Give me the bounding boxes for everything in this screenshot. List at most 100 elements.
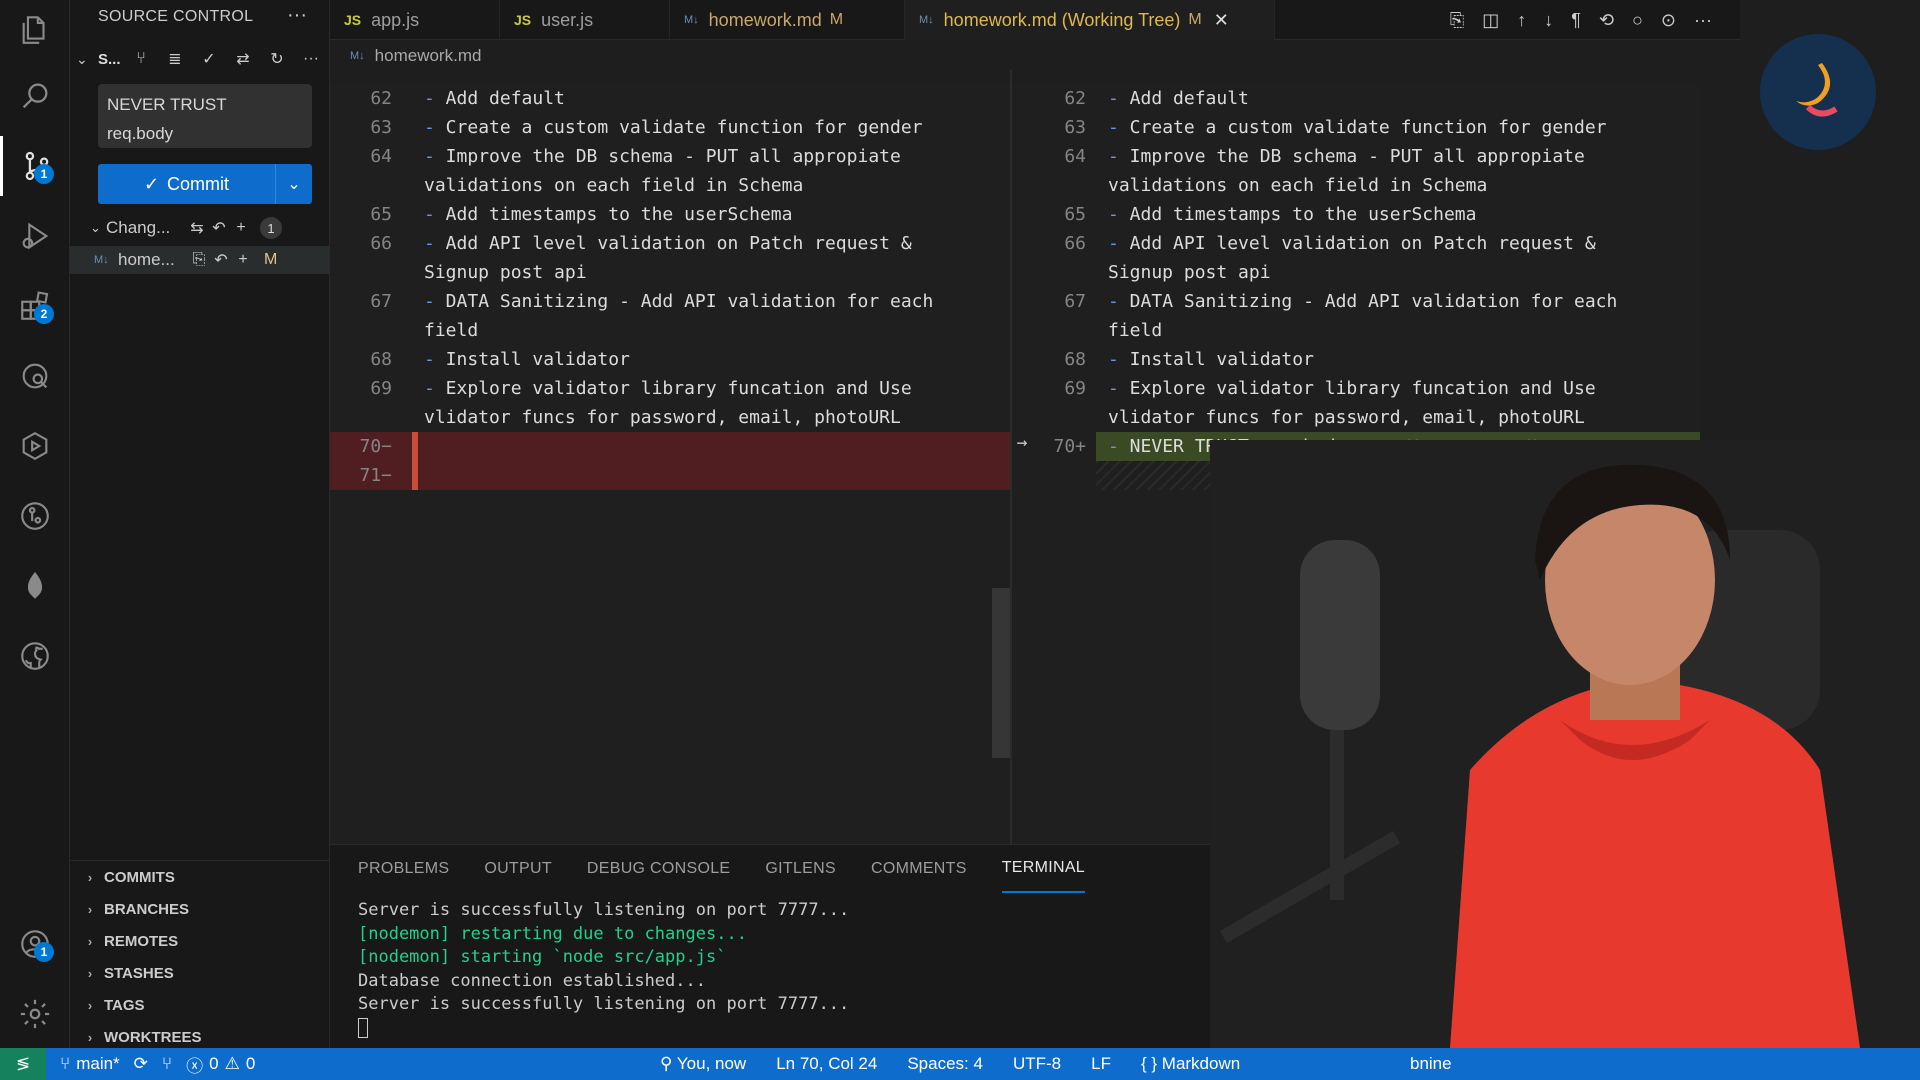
panel-tab-debug-console[interactable]: DEBUG CONSOLE — [587, 845, 731, 893]
code-line[interactable]: 62 - Add default — [1012, 84, 1700, 113]
refresh-icon[interactable]: ↻ — [266, 48, 288, 70]
code-line[interactable]: 64 - Improve the DB schema - PUT all appr… — [1012, 142, 1700, 171]
commit-check-icon[interactable]: ✓ — [198, 48, 220, 70]
tab-homework-md-working-tree[interactable]: M↓ homework.md (Working Tree) M ✕ — [905, 0, 1275, 40]
view-list-icon[interactable]: ≣ — [164, 48, 186, 70]
revert-icon[interactable]: ⟲ — [1599, 10, 1614, 31]
code-line[interactable]: 66 - Add API level validation on Patch re… — [1012, 229, 1700, 258]
testing-icon[interactable] — [0, 416, 70, 476]
indentation[interactable]: Spaces: 4 — [907, 1054, 983, 1074]
line-ending[interactable]: LF — [1091, 1054, 1111, 1074]
repository-header[interactable]: ⌄ S... ⑂ ≣ ✓ ⇄ ↻ ··· — [70, 44, 330, 74]
encoding[interactable]: UTF-8 — [1013, 1054, 1061, 1074]
stage-changes-icon[interactable]: + — [232, 249, 254, 271]
code-line[interactable]: 65 - Add timestamps to the userSchema — [1012, 200, 1700, 229]
changes-group-header[interactable]: ⌄ Chang... ⇆ ↶ + 1 — [70, 214, 330, 242]
code-line[interactable]: field — [1012, 316, 1700, 345]
tab-user-js[interactable]: JS user.js — [500, 0, 670, 40]
code-line[interactable]: field — [330, 316, 1010, 345]
panel-tab-gitlens[interactable]: GITLENS — [765, 845, 836, 893]
section-stashes[interactable]: › STASHES — [70, 957, 330, 989]
code-line[interactable]: 69 - Explore validator library funcation … — [1012, 374, 1700, 403]
account-icon[interactable]: 1 — [0, 914, 70, 974]
changed-file-item[interactable]: M↓ home... ⎘ ↶ + M — [70, 246, 330, 274]
code-line[interactable]: Signup post api — [1012, 258, 1700, 287]
whitespace-icon[interactable]: ¶ — [1571, 10, 1581, 31]
code-line[interactable]: 65 - Add timestamps to the userSchema — [330, 200, 1010, 229]
remote-explorer-icon[interactable] — [0, 346, 70, 406]
commit-message-input[interactable]: NEVER TRUST req.body — [98, 84, 312, 148]
branch-indicator[interactable]: ⑂ main* — [60, 1054, 120, 1074]
code-line[interactable]: Signup post api — [330, 258, 1010, 287]
github-icon[interactable] — [0, 626, 70, 686]
code-line[interactable]: validations on each field in Schema — [330, 171, 1010, 200]
code-line[interactable]: 63 - Create a custom validate function fo… — [330, 113, 1010, 142]
open-file-icon[interactable]: ⎘ — [1450, 10, 1464, 31]
more-icon[interactable]: ··· — [300, 48, 322, 70]
split-editor-icon[interactable]: ◫ — [1482, 10, 1499, 31]
code-line[interactable]: 69 - Explore validator library funcation … — [330, 374, 1010, 403]
previous-change-icon[interactable]: ↑ — [1517, 10, 1526, 31]
code-line[interactable]: 64 - Improve the DB schema - PUT all appr… — [330, 142, 1010, 171]
graph-icon[interactable]: ⑂ — [130, 48, 152, 70]
next-change-icon[interactable]: ↓ — [1544, 10, 1553, 31]
code-line[interactable]: 63 - Create a custom validate function fo… — [1012, 113, 1700, 142]
tab-app-js[interactable]: JS app.js — [330, 0, 500, 40]
run-debug-icon[interactable] — [0, 206, 70, 266]
pull-request-icon[interactable]: ⇄ — [232, 48, 254, 70]
commit-dropdown-button[interactable]: ⌄ — [276, 164, 312, 204]
close-icon[interactable]: ✕ — [1214, 10, 1229, 31]
language-mode[interactable]: { } Markdown — [1141, 1054, 1240, 1074]
section-tags[interactable]: › TAGS — [70, 989, 330, 1021]
extension-status[interactable]: bnine — [1410, 1054, 1452, 1074]
panel-tab-comments[interactable]: COMMENTS — [871, 845, 967, 893]
discard-changes-icon[interactable]: ↶ — [210, 249, 232, 271]
source-control-icon[interactable]: 1 — [0, 136, 70, 196]
more-icon[interactable]: ··· — [1694, 10, 1712, 31]
code-line[interactable]: vlidator funcs for password, email, phot… — [330, 403, 1010, 432]
scrollbar[interactable] — [992, 588, 1010, 758]
code-line[interactable]: 66 - Add API level validation on Patch re… — [330, 229, 1010, 258]
circle-icon[interactable]: ○ — [1632, 10, 1643, 31]
section-commits[interactable]: › COMMITS — [70, 861, 330, 893]
cursor-position[interactable]: Ln 70, Col 24 — [776, 1054, 877, 1074]
toggle-icon[interactable]: ⊙ — [1661, 10, 1676, 31]
code-line[interactable]: 68 - Install validator — [1012, 345, 1700, 374]
graph-icon[interactable]: ⑂ — [162, 1054, 172, 1074]
code-line[interactable]: validations on each field in Schema — [1012, 171, 1700, 200]
extensions-icon[interactable]: 2 — [0, 276, 70, 336]
commit-button[interactable]: ✓ Commit — [98, 164, 276, 204]
list-marker: - — [424, 88, 435, 109]
code-line[interactable]: 71− — [330, 461, 1010, 490]
discard-all-icon[interactable]: ↶ — [208, 217, 230, 239]
more-actions-icon[interactable]: ··· — [287, 4, 307, 27]
chevron-down-icon[interactable]: ⌄ — [76, 51, 94, 68]
code-line[interactable]: 67 - DATA Sanitizing - Add API validation… — [1012, 287, 1700, 316]
section-remotes[interactable]: › REMOTES — [70, 925, 330, 957]
problems-indicator[interactable]: ⓧ 0 ⚠ 0 — [186, 1052, 255, 1077]
remote-indicator-icon[interactable]: ≶ — [0, 1048, 46, 1080]
code-line[interactable]: 70− — [330, 432, 1010, 461]
settings-gear-icon[interactable] — [0, 984, 70, 1044]
sync-icon[interactable]: ⟳ — [134, 1054, 148, 1074]
code-line[interactable]: 68 - Install validator — [330, 345, 1010, 374]
mongodb-icon[interactable] — [0, 556, 70, 616]
stage-all-icon[interactable]: + — [230, 217, 252, 239]
breadcrumb[interactable]: M↓ homework.md — [350, 46, 481, 66]
code-line[interactable]: 62 - Add default — [330, 84, 1010, 113]
code-line[interactable]: vlidator funcs for password, email, phot… — [1012, 403, 1700, 432]
code-line[interactable]: 67 - DATA Sanitizing - Add API validation… — [330, 287, 1010, 316]
panel-tab-terminal[interactable]: TERMINAL — [1001, 845, 1086, 893]
open-file-icon[interactable]: ⎘ — [188, 249, 210, 271]
blame-indicator[interactable]: ⚲ You, now — [660, 1054, 746, 1074]
panel-tab-output[interactable]: OUTPUT — [484, 845, 552, 893]
chevron-down-icon[interactable]: ⌄ — [90, 220, 106, 236]
explorer-icon[interactable] — [0, 0, 70, 60]
diff-editor-original[interactable]: 62 - Add default 63 - Create a custom valid… — [330, 84, 1010, 844]
section-branches[interactable]: › BRANCHES — [70, 893, 330, 925]
open-changes-icon[interactable]: ⇆ — [186, 217, 208, 239]
gitlens-icon[interactable] — [0, 486, 70, 546]
tab-homework-md[interactable]: M↓ homework.md M — [670, 0, 905, 40]
search-icon[interactable] — [0, 66, 70, 126]
panel-tab-problems[interactable]: PROBLEMS — [358, 845, 449, 893]
